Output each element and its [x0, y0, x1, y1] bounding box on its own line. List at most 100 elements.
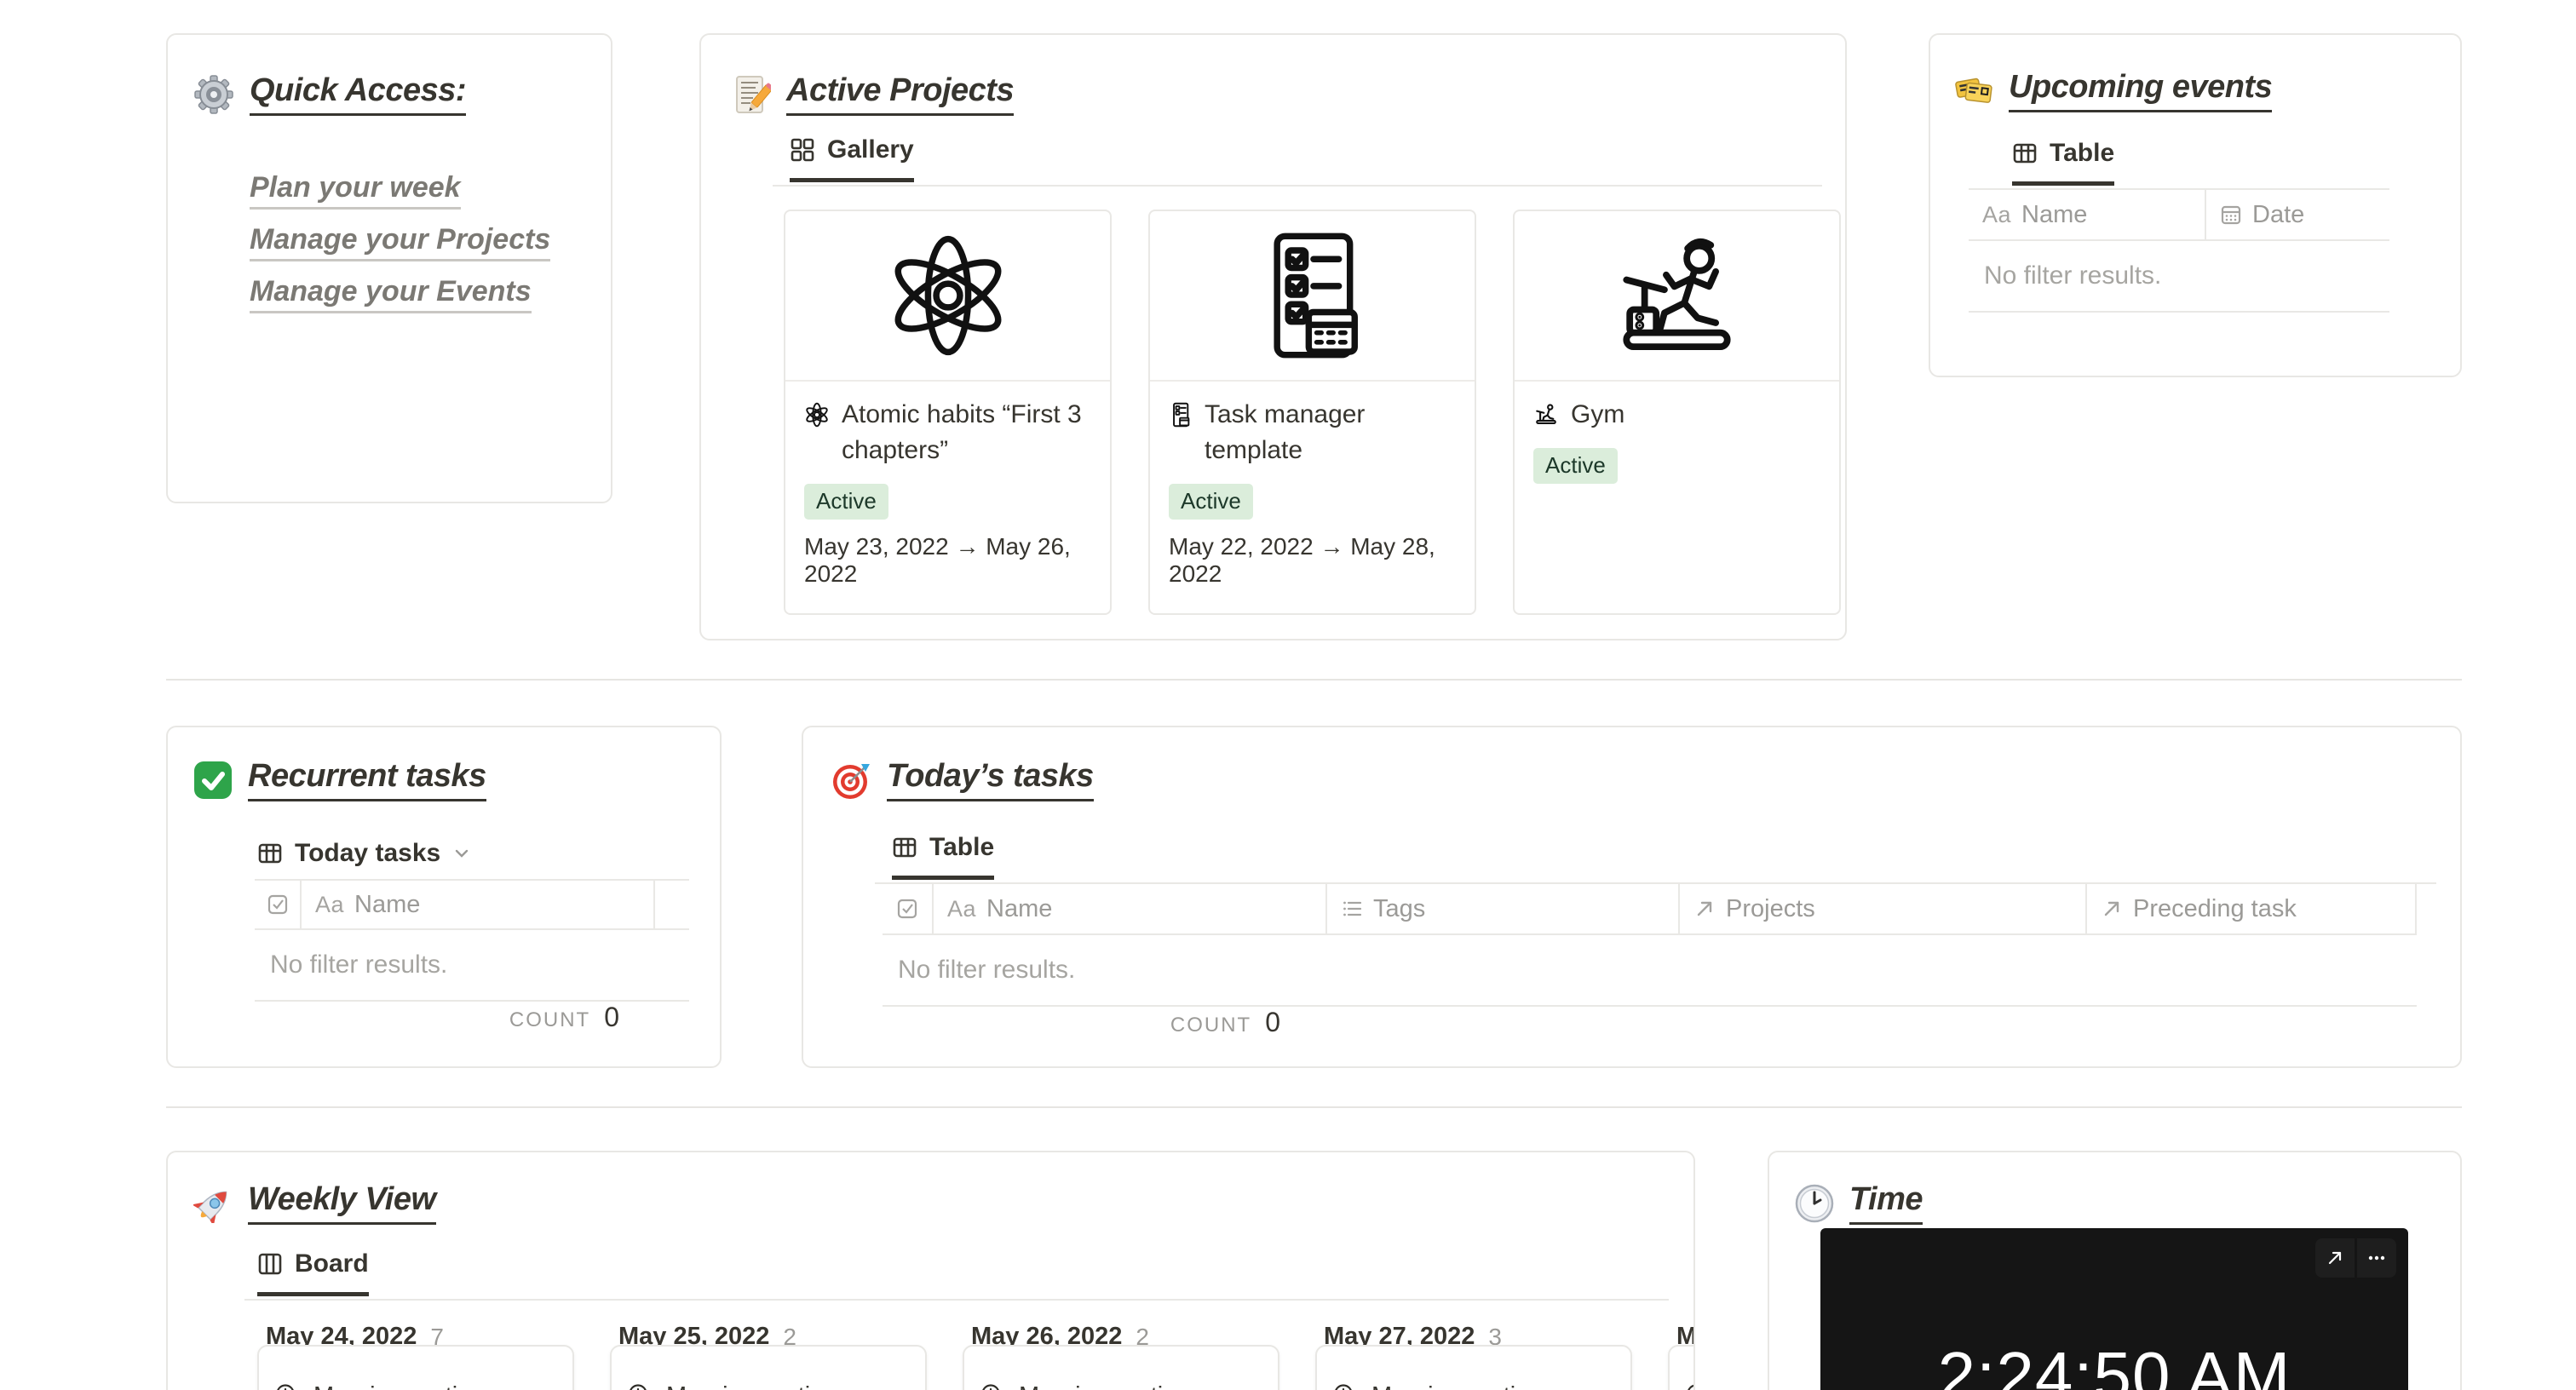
- table-icon: [2012, 141, 2038, 166]
- text-icon: Aa: [947, 895, 977, 922]
- gallery-icon: [790, 137, 815, 163]
- count-label: COUNT: [1170, 1014, 1252, 1037]
- gear-icon: [193, 74, 234, 115]
- empty-results-row: No filter results.: [255, 930, 689, 1002]
- column-header-checkbox[interactable]: [255, 881, 302, 928]
- tab-table-label: Table: [929, 833, 995, 861]
- tab-board-label: Board: [295, 1249, 369, 1278]
- treadmill-icon: [1533, 402, 1559, 426]
- recurrent-tasks-title: Recurrent tasks: [248, 758, 486, 801]
- empty-results-row: No filter results.: [1969, 241, 2389, 313]
- empty-results-text: No filter results.: [898, 956, 1076, 984]
- project-cover-task-manager: [1150, 211, 1475, 382]
- relation-icon: [2101, 898, 2123, 920]
- column-label: Date: [2252, 200, 2305, 228]
- tab-gallery-label: Gallery: [827, 135, 914, 164]
- project-cover-atomic-habits: [785, 211, 1110, 382]
- tab-table-label: Table: [2050, 139, 2115, 167]
- empty-results-text: No filter results.: [1984, 261, 2162, 290]
- link-manage-your-projects[interactable]: Manage your Projects: [250, 223, 551, 261]
- project-card-gym[interactable]: Gym Active: [1513, 210, 1841, 615]
- column-label: Preceding task: [2133, 894, 2297, 922]
- column-header-checkbox[interactable]: [883, 884, 934, 933]
- count-summary[interactable]: COUNT 0: [1042, 1007, 1280, 1038]
- dashboard-page: Quick Access: Plan your week Manage your…: [0, 0, 2576, 1390]
- column-header-name[interactable]: Aa Name: [302, 881, 655, 928]
- recurrent-tasks-card: Recurrent tasks Today tasks Aa Name No f…: [166, 726, 722, 1068]
- tickets-icon: [1954, 73, 1993, 109]
- column-label: Name: [354, 890, 421, 918]
- active-projects-title: Active Projects: [786, 72, 1015, 116]
- count-label: COUNT: [509, 1008, 591, 1031]
- section-divider: [166, 1106, 2462, 1108]
- upcoming-events-title: Upcoming events: [2009, 69, 2273, 112]
- section-divider: [166, 679, 2462, 681]
- todays-tasks-title: Today’s tasks: [887, 758, 1094, 801]
- tab-divider: [244, 1299, 1669, 1301]
- tab-table-todays[interactable]: Table: [892, 833, 995, 880]
- quick-access-title: Quick Access:: [250, 72, 467, 116]
- column-header-name[interactable]: Aa Name: [1969, 190, 2206, 239]
- column-header-preceding-task[interactable]: Preceding task: [2087, 884, 2417, 933]
- list-icon: [1341, 898, 1363, 920]
- board-card-title: Morning routine: [1019, 1382, 1191, 1390]
- board-card-title: Morning routine: [1371, 1382, 1544, 1390]
- checkbox-icon: [267, 893, 289, 916]
- link-plan-your-week[interactable]: Plan your week: [250, 171, 461, 210]
- table-header-row: Aa Name Tags Projects Preceding task: [883, 884, 2417, 935]
- morning-routine-icon: [980, 1382, 1007, 1390]
- column-label: Name: [2021, 200, 2088, 228]
- board-card-morning-routine[interactable]: Morning routine: [1315, 1345, 1632, 1390]
- empty-results-row: No filter results.: [883, 935, 2417, 1007]
- column-header-tags[interactable]: Tags: [1327, 884, 1680, 933]
- relation-icon: [1693, 898, 1716, 920]
- count-value: 0: [1265, 1007, 1280, 1037]
- count-summary[interactable]: COUNT 0: [381, 1002, 619, 1033]
- board-card-title: Morning routine: [666, 1382, 838, 1390]
- board-card-morning-routine[interactable]: Morning routine: [963, 1345, 1279, 1390]
- tab-divider: [773, 185, 1822, 187]
- todays-tasks-card: Today’s tasks Table Aa Name Tags Project…: [802, 726, 2462, 1068]
- column-header-projects[interactable]: Projects: [1680, 884, 2087, 933]
- column-header-date[interactable]: Date: [2206, 190, 2389, 239]
- weekly-view-title: Weekly View: [248, 1181, 436, 1225]
- time-title: Time: [1849, 1181, 1923, 1225]
- view-selector-today-tasks[interactable]: Today tasks: [257, 839, 471, 868]
- table-icon: [892, 835, 917, 860]
- tab-table-upcoming[interactable]: Table: [2012, 139, 2115, 186]
- morning-routine-icon: [627, 1382, 654, 1390]
- memo-icon: [730, 74, 771, 115]
- project-title: Atomic habits “First 3 chapters”: [842, 400, 1082, 464]
- atom-icon: [804, 402, 830, 428]
- project-title: Task manager template: [1205, 400, 1366, 464]
- morning-routine-icon: [274, 1382, 302, 1390]
- expand-button[interactable]: [2315, 1238, 2355, 1278]
- table-header-row: Aa Name: [255, 879, 689, 930]
- project-card-task-manager[interactable]: Task manager template Active May 22, 202…: [1148, 210, 1476, 615]
- time-card: Time 2:24:50 AM: [1768, 1151, 2462, 1390]
- project-cover-gym: [1515, 211, 1839, 382]
- chevron-down-icon: [452, 844, 471, 863]
- board-card-morning-routine[interactable]: Morning routine: [257, 1345, 574, 1390]
- status-badge: Active: [1169, 484, 1253, 520]
- check-icon: [193, 761, 233, 800]
- tab-gallery[interactable]: Gallery: [790, 135, 914, 182]
- morning-routine-icon: [1685, 1382, 1693, 1390]
- project-card-atomic-habits[interactable]: Atomic habits “First 3 chapters” Active …: [784, 210, 1112, 615]
- project-dates: May 23, 2022 → May 26, 2022: [804, 532, 1071, 587]
- status-badge: Active: [1533, 448, 1618, 484]
- column-header-name[interactable]: Aa Name: [934, 884, 1327, 933]
- clock-embed: 2:24:50 AM: [1820, 1228, 2408, 1390]
- column-header-stub: [655, 881, 689, 928]
- table-header-row: Aa Name Date: [1969, 190, 2389, 241]
- calendar-icon: [2220, 204, 2242, 226]
- view-selector-label: Today tasks: [295, 839, 441, 867]
- column-label: Tags: [1373, 894, 1426, 922]
- text-icon: Aa: [315, 891, 345, 917]
- board-card-morning-routine[interactable]: Morning routine: [610, 1345, 927, 1390]
- tab-board[interactable]: Board: [257, 1249, 369, 1296]
- board-card-morning-routine[interactable]: [1668, 1345, 1693, 1390]
- link-manage-your-events[interactable]: Manage your Events: [250, 275, 532, 313]
- active-projects-card: Active Projects Gallery Atomic habits “F…: [699, 33, 1847, 640]
- more-button[interactable]: [2357, 1238, 2396, 1278]
